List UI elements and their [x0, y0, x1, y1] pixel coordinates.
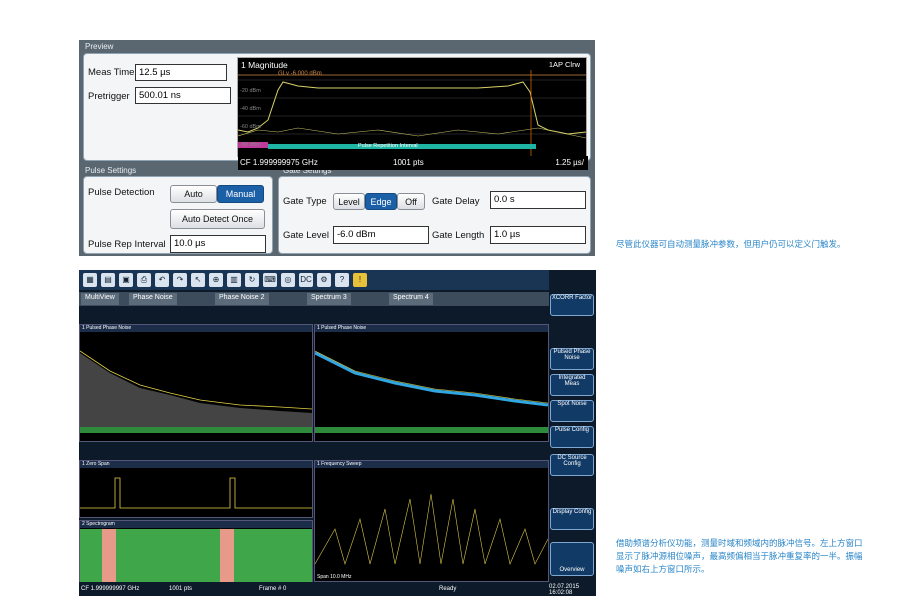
status-bar: CF 1.999999997 GHz 1001 pts Frame # 0 Re…	[79, 584, 596, 596]
softkey-integrated-meas[interactable]: Integrated Meas	[550, 374, 594, 396]
tab-spectrum-3[interactable]: Spectrum 3	[307, 293, 351, 305]
gate-delay-input[interactable]: 0.0 s	[490, 191, 586, 209]
toolbar: ▦ ▤ ▣ ⎙ ↶ ↷ ↖ ⊕ ▥ ↻ ⌨ ◎ DC ⚙ ? !	[79, 270, 549, 290]
windows-icon[interactable]: ▦	[83, 273, 97, 287]
tab-multiview[interactable]: MultiView	[81, 293, 119, 305]
zoom-icon[interactable]: ⊕	[209, 273, 223, 287]
y-label-1: -20 dBm	[240, 88, 261, 94]
status-time: 16:02:08	[549, 590, 573, 596]
plot-foot-pts: 1001 pts	[393, 158, 424, 167]
preview-title: Preview	[85, 42, 114, 51]
plot-foot-cf: CF 1.999999975 GHz	[240, 158, 318, 167]
softkey-dc-source-config[interactable]: DC Source Config	[550, 454, 594, 476]
meas-time-input[interactable]: 12.5 µs	[135, 64, 227, 81]
keyboard-icon[interactable]: ⌨	[263, 273, 277, 287]
softkey-xcorr-factor[interactable]: XCORR Factor	[550, 294, 594, 316]
softkey-pulse-config[interactable]: Pulse Config	[550, 426, 594, 448]
status-cf: CF 1.999999997 GHz	[81, 586, 140, 592]
zero-span-trace	[80, 477, 312, 509]
tab-phase-noise[interactable]: Phase Noise	[129, 293, 177, 305]
save-icon[interactable]: ▣	[119, 273, 133, 287]
phase-noise-window-1: 1 Pulsed Phase Noise	[79, 324, 313, 442]
y-label-4: -80 dBm	[240, 142, 261, 148]
y-label-3: -60 dBm	[240, 124, 261, 130]
sweep-footer: Span 10.0 MHz	[315, 574, 548, 581]
gate-type-label: Gate Type	[283, 196, 327, 207]
gate-delay-label: Gate Delay	[432, 196, 480, 207]
softkey-overview[interactable]: Overview	[550, 542, 594, 576]
help-icon[interactable]: ?	[335, 273, 349, 287]
tab-bar: MultiView Phase Noise Phase Noise 2 Spec…	[79, 292, 549, 306]
gate-edge-button[interactable]: Edge	[365, 193, 397, 210]
tab-spectrum-4[interactable]: Spectrum 4	[389, 293, 433, 305]
frequency-sweep-window: 1 Frequency Sweep Span 10.0 MHz	[314, 460, 549, 582]
y-label-2: -40 dBm	[240, 106, 261, 112]
band-label: Pulse Repetition Interval	[358, 143, 418, 149]
plot-legend: 1AP Clrw	[548, 60, 580, 69]
manual-button[interactable]: Manual	[217, 185, 264, 203]
capture-icon[interactable]: ◎	[281, 273, 295, 287]
pulse-detection-label: Pulse Detection	[88, 187, 155, 198]
plot-foot-scale: 1.25 µs/	[555, 158, 584, 167]
phase-noise-window-2: 1 Pulsed Phase Noise	[314, 324, 549, 442]
status-pts: 1001 pts	[169, 586, 193, 592]
redo-icon[interactable]: ↷	[173, 273, 187, 287]
gate-off-button[interactable]: Off	[397, 193, 425, 210]
phase-noise-trace-2	[315, 350, 548, 433]
phase-noise-trace-1	[80, 350, 312, 433]
pretrigger-input[interactable]: 500.01 ns	[135, 87, 231, 104]
auto-detect-once-button[interactable]: Auto Detect Once	[170, 209, 265, 229]
frequency-sweep-trace	[315, 493, 548, 566]
note-spectrum: 借助频谱分析仪功能，测量时域和频域内的脉冲信号。左上方窗口显示了脉冲源相位噪声，…	[616, 538, 863, 574]
sweep-icon[interactable]: ↻	[245, 273, 259, 287]
win4-title: 2 Spectrogram	[80, 521, 312, 528]
gate-level-label: Gate Level	[283, 230, 329, 241]
plot-footer: CF 1.999999975 GHz 1001 pts 1.25 µs/	[238, 156, 588, 170]
report-icon[interactable]: ▥	[227, 273, 241, 287]
info-icon[interactable]: !	[353, 273, 367, 287]
status-frame: Frame # 0	[259, 586, 287, 592]
win3-title: 1 Zero Span	[80, 461, 312, 468]
foot-span: Span 10.0 MHz	[317, 574, 352, 580]
win1-title: 1 Pulsed Phase Noise	[80, 325, 312, 332]
meas-time-label: Meas Time	[88, 67, 135, 78]
dc-config-icon[interactable]: ⚙	[317, 273, 331, 287]
pointer-icon[interactable]: ↖	[191, 273, 205, 287]
undo-icon[interactable]: ↶	[155, 273, 169, 287]
pulse-rep-interval-input[interactable]: 10.0 µs	[170, 235, 266, 253]
win2-title: 1 Pulsed Phase Noise	[315, 325, 548, 332]
pulse-settings-title: Pulse Settings	[85, 166, 137, 175]
gate-length-label: Gate Length	[432, 230, 485, 241]
magnitude-plot: 1 Magnitude 1AP Clrw GLv -6.000 dBm Puls…	[237, 57, 588, 170]
print-icon[interactable]: ⎙	[137, 273, 151, 287]
file-icon[interactable]: ▤	[101, 273, 115, 287]
pulse-rep-interval-label: Pulse Rep Interval	[88, 239, 166, 250]
dc-onoff-icon[interactable]: DC	[299, 273, 313, 287]
gate-level-button[interactable]: Level	[333, 193, 365, 210]
pretrigger-label: Pretrigger	[88, 91, 130, 102]
analyzer-screen: ▦ ▤ ▣ ⎙ ↶ ↷ ↖ ⊕ ▥ ↻ ⌨ ◎ DC ⚙ ? ! MultiVi…	[79, 270, 596, 596]
spectrogram-window: 2 Spectrogram	[79, 520, 313, 582]
softkey-pulsed-phase-noise[interactable]: Pulsed Phase Noise	[550, 348, 594, 370]
plot-title: 1 Magnitude	[241, 60, 288, 70]
spectrogram-image	[80, 529, 312, 582]
win5-title: 1 Frequency Sweep	[315, 461, 548, 468]
tab-phase-noise-2[interactable]: Phase Noise 2	[215, 293, 269, 305]
note-gate-trigger: 尽管此仪器可自动测量脉冲参数，但用户仍可以定义门触发。	[616, 239, 846, 249]
gate-level-input[interactable]: -6.0 dBm	[333, 226, 429, 244]
softkey-spot-noise[interactable]: Spot Noise	[550, 400, 594, 422]
status-ready: Ready	[439, 586, 457, 592]
zero-span-window: 1 Zero Span	[79, 460, 313, 518]
auto-button[interactable]: Auto	[170, 185, 217, 203]
softkey-display-config[interactable]: Display Config	[550, 508, 594, 530]
gate-level-marker: GLv -6.000 dBm	[278, 71, 322, 77]
gate-length-input[interactable]: 1.0 µs	[490, 226, 586, 244]
